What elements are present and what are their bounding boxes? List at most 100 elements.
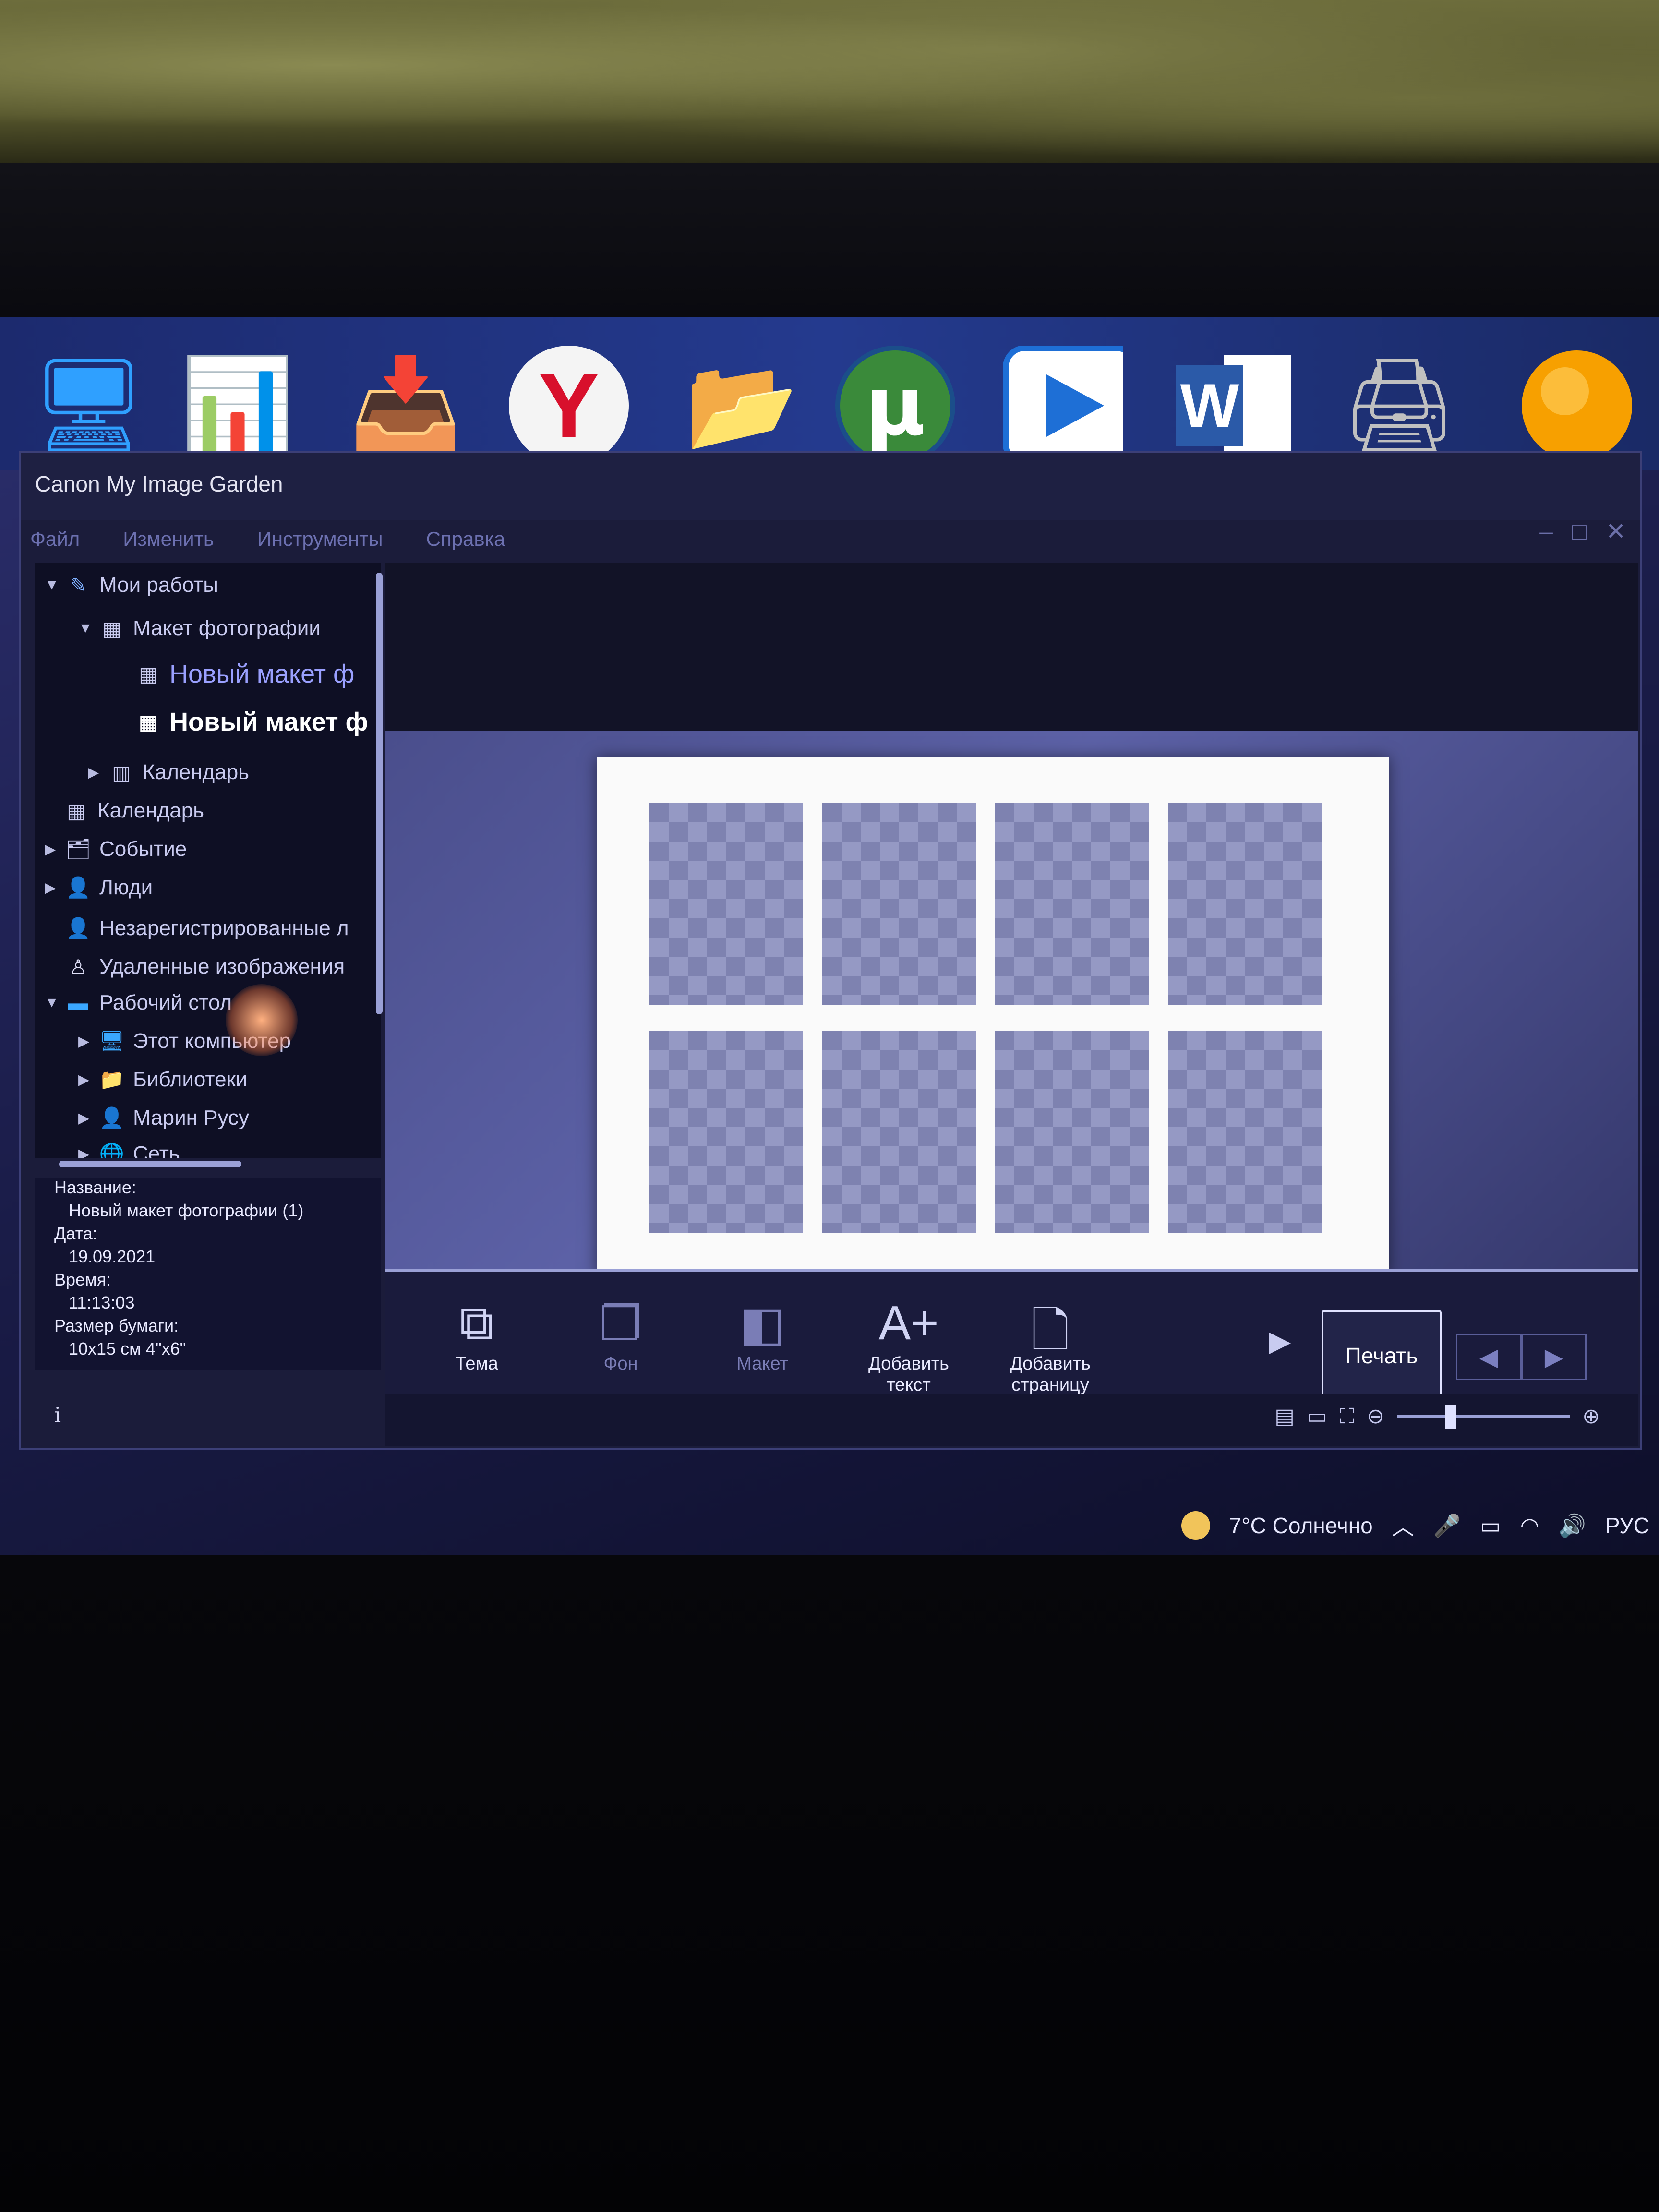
yandex-browser-desktop-icon[interactable]: Y: [509, 346, 629, 466]
word-desktop-icon[interactable]: W: [1171, 346, 1291, 466]
layout-page[interactable]: [597, 757, 1389, 1276]
battery-icon[interactable]: ▭: [1480, 1513, 1501, 1539]
unregistered-person-icon: 👤: [65, 916, 91, 939]
downloads-desktop-icon[interactable]: 📥: [346, 346, 466, 466]
tree-item-desktop[interactable]: ▼ ▬ Рабочий стол: [45, 990, 232, 1015]
expand-triangle-icon[interactable]: ▼: [45, 995, 66, 1011]
weather-text[interactable]: 7°C Солнечно: [1229, 1513, 1373, 1539]
photo-slot[interactable]: [1168, 803, 1322, 1005]
app-window: Canon My Image Garden – □ ✕ Файл Изменит…: [19, 451, 1642, 1450]
add-text-icon: A+: [878, 1296, 939, 1350]
navigation-tree: ▼ ✎ Мои работы ▼ ▦ Макет фотографии ▦ Но…: [35, 563, 381, 1158]
tree-item-calendar-sub[interactable]: ▶ ▥ Календарь: [88, 760, 249, 785]
tree-item-my-works[interactable]: ▼ ✎ Мои работы: [45, 573, 218, 598]
tree-item-event[interactable]: ▶ 🗂 Событие: [45, 837, 187, 862]
zoom-in-icon[interactable]: ⊕: [1582, 1404, 1600, 1429]
expand-triangle-icon[interactable]: ▶: [78, 1033, 99, 1050]
volume-icon[interactable]: 🔊: [1559, 1513, 1586, 1539]
tree-item-libraries[interactable]: ▶ 📁 Библиотеки: [78, 1067, 247, 1092]
wifi-icon[interactable]: ◠: [1520, 1513, 1539, 1539]
tree-item-calendar[interactable]: ▦ Календарь: [64, 798, 204, 823]
photo-slot[interactable]: [649, 1031, 803, 1233]
expand-triangle-icon[interactable]: ▶: [45, 841, 66, 858]
single-view-icon[interactable]: ▭: [1307, 1404, 1327, 1429]
expand-triangle-icon[interactable]: ▶: [78, 1071, 99, 1088]
status-bar: ▤ ▭ ⛶ ⊖ ⊕: [385, 1394, 1638, 1446]
orange-app-desktop-icon[interactable]: [1517, 346, 1637, 466]
expand-triangle-icon[interactable]: ▼: [78, 620, 99, 637]
close-button[interactable]: ✕: [1606, 517, 1626, 545]
sidebar-horizontal-scrollbar[interactable]: [59, 1161, 241, 1167]
theme-button[interactable]: ⧉ Тема: [414, 1296, 539, 1374]
menu-edit[interactable]: Изменить: [123, 520, 214, 558]
maximize-button[interactable]: □: [1572, 517, 1587, 545]
tree-item-new-layout-1[interactable]: ▦ Новый макет ф: [136, 659, 354, 689]
folder-icon: 📁: [99, 1068, 125, 1091]
event-icon: 🗂: [65, 837, 91, 860]
menu-file[interactable]: Файл: [30, 520, 80, 558]
layout-icon: ▦: [139, 710, 158, 733]
photo-slot[interactable]: [822, 803, 976, 1005]
expand-triangle-icon[interactable]: ▶: [88, 764, 109, 781]
preview-top-area: [385, 563, 1638, 731]
previous-page-icon[interactable]: ◀: [1456, 1334, 1521, 1380]
calendar-icon: ▦: [67, 799, 86, 822]
info-icon[interactable]: i: [54, 1403, 61, 1428]
sidebar-scrollbar[interactable]: [376, 573, 383, 1014]
chevron-up-icon[interactable]: ︿: [1392, 1510, 1414, 1541]
add-page-button[interactable]: 🗋 Добавить страницу: [988, 1296, 1113, 1395]
layout-button[interactable]: ◧ Макет: [700, 1296, 825, 1374]
minimize-button[interactable]: –: [1539, 517, 1553, 545]
background-icon: ❐: [599, 1297, 642, 1351]
expand-triangle-icon[interactable]: ▼: [45, 577, 66, 593]
tree-item-photo-layout[interactable]: ▼ ▦ Макет фотографии: [78, 616, 321, 641]
toolbar-expand-arrow-icon[interactable]: ▶: [1269, 1324, 1291, 1358]
deleted-person-icon: ♙: [69, 955, 87, 978]
expand-triangle-icon[interactable]: ▶: [78, 1110, 99, 1127]
folder-desktop-icon[interactable]: 📂: [682, 346, 802, 466]
language-indicator[interactable]: РУС: [1605, 1513, 1649, 1539]
info-name-label: Название:: [54, 1178, 136, 1197]
tree-item-new-layout-2[interactable]: ▦ Новый макет ф: [136, 707, 368, 737]
info-paper-label: Размер бумаги:: [54, 1316, 179, 1335]
tree-item-people[interactable]: ▶ 👤 Люди: [45, 875, 153, 900]
control-panel-desktop-icon[interactable]: 📊: [178, 346, 298, 466]
computer-desktop-icon[interactable]: 🖥: [29, 346, 149, 466]
photo-slot[interactable]: [995, 1031, 1149, 1233]
person-icon: 👤: [65, 876, 91, 899]
zoom-out-icon[interactable]: ⊖: [1367, 1404, 1384, 1429]
theme-icon: ⧉: [459, 1296, 494, 1350]
fit-screen-icon[interactable]: ⛶: [1339, 1405, 1354, 1429]
info-date-value: 19.09.2021: [69, 1247, 156, 1266]
desktop-icon: ▬: [68, 991, 88, 1014]
menu-tools[interactable]: Инструменты: [257, 520, 383, 558]
zoom-slider-thumb[interactable]: [1445, 1404, 1457, 1429]
menu-help[interactable]: Справка: [426, 520, 505, 558]
add-text-button[interactable]: A+ Добавить текст: [846, 1296, 971, 1395]
info-time-value: 11:13:03: [69, 1293, 135, 1312]
info-name-value: Новый макет фотографии (1): [69, 1201, 304, 1220]
utorrent-desktop-icon[interactable]: µ: [835, 346, 955, 466]
desktop-icons-strip: 🖥 📊 📥 Y 📂 µ W 🖨: [0, 317, 1659, 470]
weather-sun-icon: [1181, 1511, 1210, 1540]
expand-triangle-icon[interactable]: ▶: [45, 879, 66, 896]
scanner-desktop-icon[interactable]: 🖨: [1339, 346, 1459, 466]
expand-triangle-icon[interactable]: ▶: [78, 1146, 99, 1159]
next-page-icon[interactable]: ▶: [1521, 1334, 1587, 1380]
tree-item-user[interactable]: ▶ 👤 Марин Русу: [78, 1106, 249, 1130]
tree-item-deleted-images[interactable]: ♙ Удаленные изображения: [66, 954, 345, 979]
grid-view-icon[interactable]: ▤: [1274, 1404, 1295, 1429]
microphone-icon[interactable]: 🎤: [1433, 1513, 1461, 1539]
photo-slot[interactable]: [1168, 1031, 1322, 1233]
media-player-desktop-icon[interactable]: [1003, 346, 1123, 466]
photo-slot[interactable]: [822, 1031, 976, 1233]
window-controls: – □ ✕: [1539, 517, 1626, 545]
photo-slot[interactable]: [995, 803, 1149, 1005]
zoom-slider[interactable]: [1397, 1404, 1570, 1429]
print-button[interactable]: Печать: [1322, 1310, 1442, 1401]
photo-slot[interactable]: [649, 803, 803, 1005]
tree-item-network[interactable]: ▶ 🌐 Сеть: [78, 1142, 180, 1158]
tree-item-unregistered[interactable]: 👤 Незарегистрированные л: [66, 916, 349, 941]
svg-text:W: W: [1180, 371, 1239, 441]
background-button[interactable]: ❐ Фон: [558, 1296, 683, 1374]
